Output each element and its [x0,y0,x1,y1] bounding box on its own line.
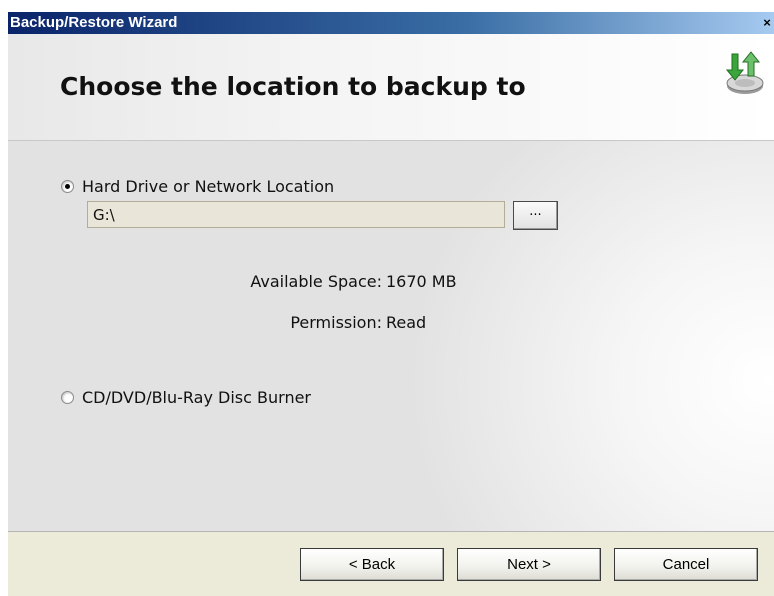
page-title: Choose the location to backup to [60,72,526,101]
cancel-button[interactable]: Cancel [614,548,758,581]
location-path-field[interactable] [87,201,505,228]
available-space-value: 1670 MB [386,272,457,291]
disc-burner-option[interactable]: CD/DVD/Blu-Ray Disc Burner [61,388,311,407]
available-space-label: Available Space: [250,272,382,291]
permission-value-row: Read [386,313,426,332]
next-button[interactable]: Next > [457,548,601,581]
wizard-footer: < Back Next > Cancel [8,532,774,596]
wizard-content: Hard Drive or Network Location ... Avail… [8,141,774,532]
window-title: Backup/Restore Wizard [10,14,178,31]
backup-drive-arrows-icon [725,51,764,94]
wizard-header: Choose the location to backup to [8,34,774,141]
browse-button[interactable]: ... [513,201,558,230]
hard-drive-label: Hard Drive or Network Location [82,177,335,196]
back-button[interactable]: < Back [300,548,444,581]
close-icon[interactable]: × [759,15,774,31]
hard-drive-radio[interactable] [61,180,74,193]
disc-burner-radio[interactable] [61,391,74,404]
wizard-window: Backup/Restore Wizard × Choose the locat… [8,12,774,596]
hard-drive-option[interactable]: Hard Drive or Network Location [61,177,334,196]
permission-label: Permission: [290,313,382,332]
permission-value: Read [386,313,427,332]
title-bar[interactable]: Backup/Restore Wizard × [8,12,774,34]
disc-burner-label: CD/DVD/Blu-Ray Disc Burner [82,388,311,407]
available-space-value-row: 1670 MB [386,272,457,291]
